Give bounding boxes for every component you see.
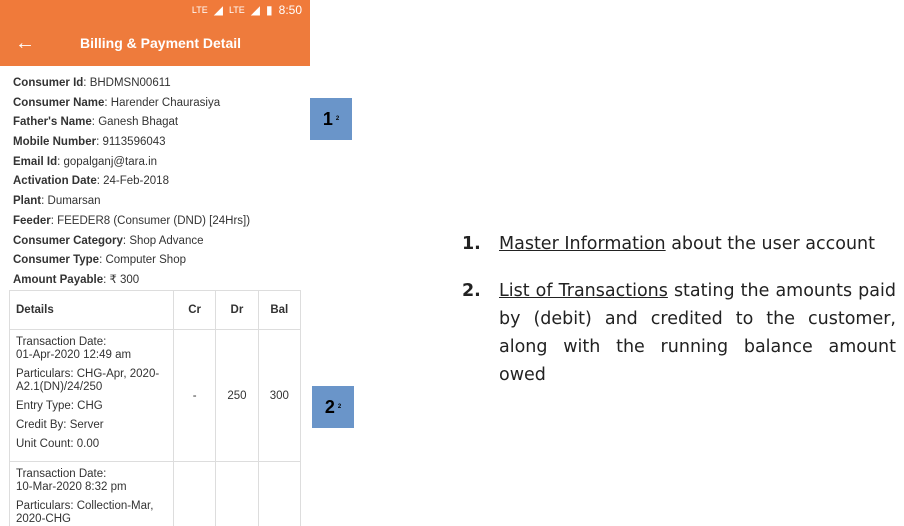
info-value: Harender Chaurasiya xyxy=(110,96,221,109)
table-row[interactable]: Transaction Date: 01-Apr-2020 12:49 am Pa… xyxy=(8,329,302,462)
app-bar: ← Billing & Payment Detail xyxy=(0,20,310,66)
legend-item: 1. Master Information about the user acc… xyxy=(462,230,896,258)
info-label: Consumer Category xyxy=(13,234,123,247)
info-value: Computer Shop xyxy=(105,254,186,267)
badge-number: 2 xyxy=(324,396,335,417)
info-value: Dumarsan xyxy=(47,195,101,208)
badge-sup: 2 xyxy=(335,116,340,122)
signal-bars-icon: ◢ xyxy=(213,3,223,17)
legend-number: 1. xyxy=(462,234,481,254)
info-value: BHDMSN00611 xyxy=(89,77,171,89)
info-value: Shop Advance xyxy=(129,234,204,247)
transactions-table: Details Cr Dr Bal Transaction Date: 01-Ap… xyxy=(8,290,302,526)
particulars-label: Particulars: xyxy=(16,368,74,380)
cell-cr xyxy=(173,461,217,526)
info-row: Consumer Name: Harender Chaurasiya xyxy=(13,96,221,109)
info-row: Mobile Number: 9113596043 xyxy=(13,136,166,149)
info-label: Father's Name xyxy=(13,116,92,129)
info-row: Feeder: FEEDER8 (Consumer (DND) [24Hrs]) xyxy=(13,214,251,227)
credit-by: Credit By: Server xyxy=(16,419,167,432)
legend-text: Master Information about the user accoun… xyxy=(499,230,896,258)
cell-bal xyxy=(257,461,302,526)
info-value: Ganesh Bhagat xyxy=(98,116,179,129)
header-details: Details xyxy=(8,290,175,330)
cell-bal: 300 xyxy=(257,329,302,462)
legend-text: List of Transactions stating the amounts… xyxy=(499,277,896,389)
header-cr: Cr xyxy=(173,290,217,330)
battery-icon: ▮ xyxy=(266,3,273,17)
header-dr: Dr xyxy=(215,290,259,330)
cell-dr: 250 xyxy=(215,329,259,462)
info-row: Amount Payable: ₹ 300 xyxy=(13,273,140,286)
info-label: Amount Payable xyxy=(13,273,104,286)
legend-link: List of Transactions xyxy=(499,281,668,301)
status-bar: LTE ◢ LTE ◢ ▮ 8:50 xyxy=(0,0,310,20)
unit-count-label: Unit Count: xyxy=(16,438,74,450)
transaction-details: Transaction Date: 01-Apr-2020 12:49 am Pa… xyxy=(8,329,175,462)
info-row: Consumer Id: BHDMSN00611 xyxy=(13,77,171,89)
info-row: Consumer Type: Computer Shop xyxy=(13,254,186,267)
info-row: Email Id: gopalganj@tara.in xyxy=(13,155,158,168)
page-title: Billing & Payment Detail xyxy=(80,35,242,51)
info-label: Consumer Type xyxy=(13,254,100,267)
phone-screenshot: LTE ◢ LTE ◢ ▮ 8:50 ← Billing & Payment D… xyxy=(0,0,310,526)
info-value: FEEDER8 (Consumer (DND) [24Hrs]) xyxy=(57,214,251,227)
legend-link: Master Information xyxy=(499,234,666,254)
legend-list: 1. Master Information about the user acc… xyxy=(462,230,896,408)
table-header-row: Details Cr Dr Bal xyxy=(8,290,302,330)
particulars-label: Particulars: xyxy=(16,500,74,512)
particulars: Particulars: Collection-Mar, 2020-CHG xyxy=(16,500,167,526)
transaction-date-value: 10-Mar-2020 8:32 pm xyxy=(16,481,127,493)
info-value: ₹ 300 xyxy=(109,273,140,286)
back-arrow-icon[interactable]: ← xyxy=(0,32,50,55)
info-value: gopalganj@tara.in xyxy=(63,155,158,168)
signal-lte-2-icon: LTE xyxy=(228,5,245,15)
callout-badge-2: 22 xyxy=(312,386,354,428)
info-label: Consumer Name xyxy=(13,96,105,109)
info-value: 24-Feb-2018 xyxy=(103,175,169,188)
transaction-date-value: 01-Apr-2020 12:49 am xyxy=(16,349,132,361)
info-label: Activation Date xyxy=(13,175,97,188)
credit-by-value: Server xyxy=(69,419,104,431)
legend-desc: about the user account xyxy=(665,234,875,254)
badge-number: 1 xyxy=(322,108,333,129)
info-label: Email Id xyxy=(13,155,58,168)
entry-type-label: Entry Type: xyxy=(16,400,74,412)
transaction-date: Transaction Date: 10-Mar-2020 8:32 pm xyxy=(16,468,167,494)
header-bal: Bal xyxy=(257,290,302,330)
info-value: 9113596043 xyxy=(102,136,166,149)
info-label: Plant xyxy=(13,195,42,208)
legend-item: 2. List of Transactions stating the amou… xyxy=(462,277,896,389)
transaction-date-label: Transaction Date: xyxy=(16,468,107,480)
credit-by-label: Credit By: xyxy=(16,419,67,431)
unit-count: Unit Count: 0.00 xyxy=(16,438,167,451)
entry-type-value: CHG xyxy=(77,400,103,412)
info-label: Mobile Number xyxy=(13,136,97,149)
callout-badge-1: 12 xyxy=(310,98,352,140)
info-row: Plant: Dumarsan xyxy=(13,195,101,208)
particulars: Particulars: CHG-Apr, 2020-A2.1(DN)/24/2… xyxy=(16,368,167,394)
legend-number: 2. xyxy=(462,281,481,301)
info-row: Father's Name: Ganesh Bhagat xyxy=(13,116,179,129)
info-row: Consumer Category: Shop Advance xyxy=(13,234,204,247)
consumer-info: Consumer Id: BHDMSN00611 Consumer Name: … xyxy=(0,66,310,291)
table-row[interactable]: Transaction Date: 10-Mar-2020 8:32 pm Par… xyxy=(8,461,302,526)
info-label: Consumer Id xyxy=(13,77,84,89)
info-label: Feeder xyxy=(13,214,51,227)
signal-lte-icon: LTE xyxy=(191,5,208,15)
info-row: Activation Date: 24-Feb-2018 xyxy=(13,175,169,188)
transaction-date: Transaction Date: 01-Apr-2020 12:49 am xyxy=(16,336,167,362)
transaction-details: Transaction Date: 10-Mar-2020 8:32 pm Par… xyxy=(8,461,175,526)
badge-sup: 2 xyxy=(337,404,342,410)
signal-bars-2-icon: ◢ xyxy=(250,3,261,17)
status-time: 8:50 xyxy=(278,3,302,17)
unit-count-value: 0.00 xyxy=(76,438,100,450)
transaction-date-label: Transaction Date: xyxy=(16,336,107,348)
entry-type: Entry Type: CHG xyxy=(16,400,167,413)
cell-dr xyxy=(215,461,259,526)
cell-cr: - xyxy=(173,329,217,462)
